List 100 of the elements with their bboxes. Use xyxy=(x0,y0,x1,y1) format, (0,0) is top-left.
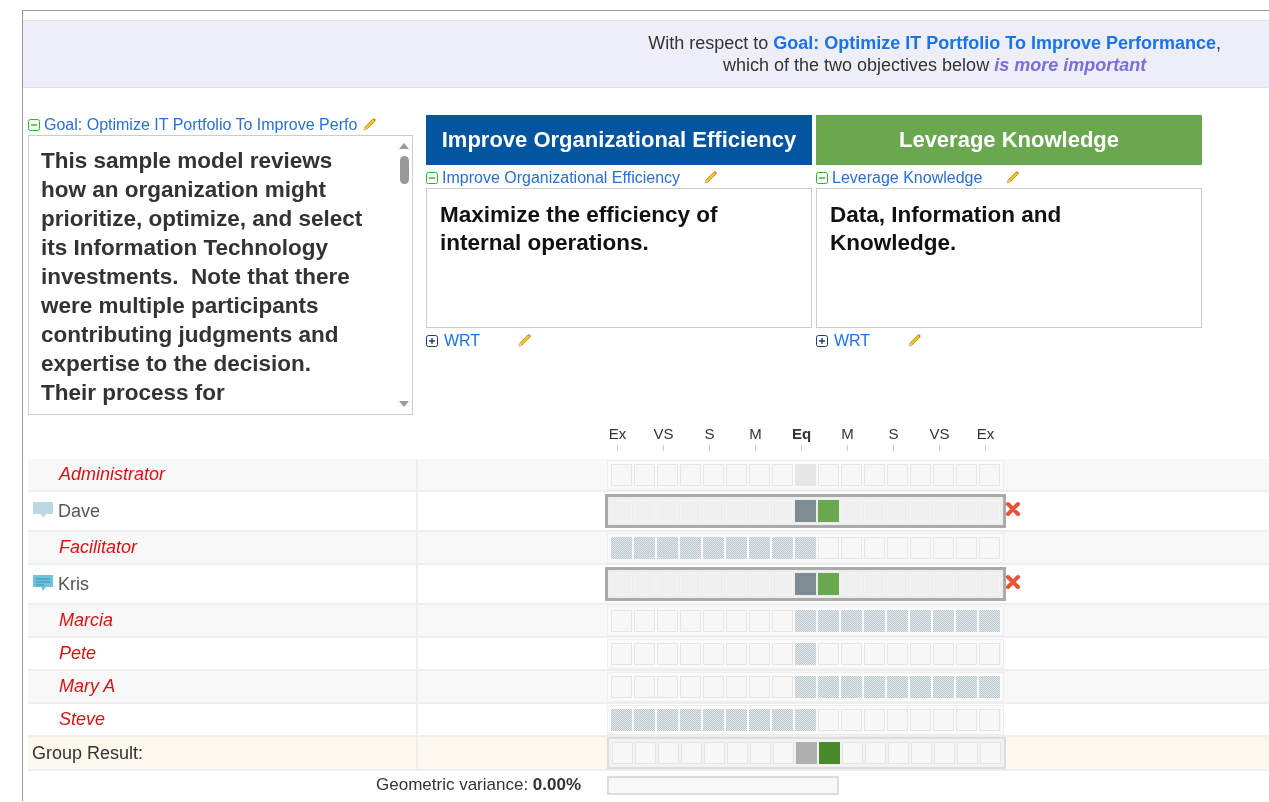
scale-cell xyxy=(680,609,701,632)
judgment-cell xyxy=(841,675,862,698)
goal-link[interactable]: Goal: Optimize IT Portfolio To Improve Performance xyxy=(773,33,1216,53)
scale-cell xyxy=(934,742,955,764)
scale-cell xyxy=(933,463,954,486)
judgment-cell xyxy=(726,708,747,731)
judgment-cell[interactable] xyxy=(818,573,839,595)
scale-cell xyxy=(772,675,793,698)
scale-cell xyxy=(980,742,1001,764)
scale-cell xyxy=(887,708,908,731)
judgment-cell xyxy=(795,609,816,632)
scale-cell xyxy=(865,742,886,764)
scale-cell xyxy=(680,463,701,486)
scale-cell xyxy=(864,463,885,486)
delete-icon[interactable] xyxy=(1005,574,1021,590)
judgment-cell xyxy=(864,675,885,698)
scale-cell xyxy=(842,742,863,764)
judgment-bar[interactable] xyxy=(605,494,1006,528)
scale-cell xyxy=(772,609,793,632)
scale-cell xyxy=(635,742,656,764)
judgment-cell xyxy=(680,708,701,731)
judgment-cell xyxy=(795,536,816,559)
judgment-cell xyxy=(726,536,747,559)
scale-cell xyxy=(818,463,839,486)
judgment-cell[interactable] xyxy=(818,500,839,522)
judgment-cell xyxy=(795,675,816,698)
scale-label: S xyxy=(888,425,899,442)
scale-cell xyxy=(772,642,793,665)
scale-cell xyxy=(888,742,909,764)
scale-cell xyxy=(956,642,977,665)
scale-label: Ex xyxy=(608,425,627,442)
goal-label[interactable]: Goal: Optimize IT Portfolio To Improve Perfo xyxy=(44,116,358,134)
judgment-cell xyxy=(910,609,931,632)
comparison-question: With respect to Goal: Optimize IT Portfolio To Improve Performance, which of the two objectives below is more important xyxy=(648,32,1221,76)
judgment-cell xyxy=(887,609,908,632)
scale-label: Eq xyxy=(791,425,812,442)
scroll-up-icon[interactable] xyxy=(398,142,410,150)
scale-cell xyxy=(703,675,724,698)
scale-cell xyxy=(703,463,724,486)
judgment-cell xyxy=(657,708,678,731)
scale-cell xyxy=(933,642,954,665)
collapse-icon[interactable] xyxy=(816,172,828,184)
scale-cell xyxy=(657,675,678,698)
scale-cell xyxy=(841,708,862,731)
expand-icon[interactable] xyxy=(426,335,438,347)
participant-name: Administrator xyxy=(59,464,166,485)
scale-cell xyxy=(979,708,1000,731)
scale-cell xyxy=(979,463,1000,486)
judgment-cell xyxy=(956,675,977,698)
judgment-cell xyxy=(956,609,977,632)
judgment-cell xyxy=(841,609,862,632)
judgment-cell xyxy=(634,536,655,559)
judgment-cell xyxy=(703,708,724,731)
scale-cell xyxy=(864,536,885,559)
objective-description: Data, Information and Knowledge. xyxy=(816,188,1202,328)
participant-name: Facilitator xyxy=(59,537,138,558)
objective-label[interactable]: Leverage Knowledge xyxy=(832,169,983,187)
collapse-icon[interactable] xyxy=(426,172,438,184)
judgment-bar[interactable] xyxy=(605,567,1006,601)
pencil-icon[interactable] xyxy=(702,170,719,186)
participant-name: Marcia xyxy=(59,610,113,631)
scale-cell xyxy=(933,708,954,731)
pencil-icon[interactable] xyxy=(516,333,533,349)
objective-description: Maximize the efficiency of internal operations. xyxy=(426,188,812,328)
scale-cell xyxy=(910,463,931,486)
scale-cell xyxy=(818,708,839,731)
judgment-cell xyxy=(634,708,655,731)
scale-cell xyxy=(841,536,862,559)
judgment-cell xyxy=(933,675,954,698)
scale-label: Ex xyxy=(976,425,995,442)
judgment-cell xyxy=(910,675,931,698)
judgment-cell[interactable] xyxy=(795,573,816,595)
scale-cell xyxy=(749,675,770,698)
pencil-icon[interactable] xyxy=(906,333,923,349)
scale-label: VS xyxy=(929,425,950,442)
pencil-icon[interactable] xyxy=(1004,170,1021,186)
judgment-cell xyxy=(749,708,770,731)
objective-label[interactable]: Improve Organizational Efficiency xyxy=(442,169,681,187)
judgment-cell xyxy=(749,536,770,559)
delete-icon[interactable] xyxy=(1005,501,1021,517)
wrt-link[interactable]: WRT xyxy=(834,332,871,350)
participant-name: Kris xyxy=(58,573,89,595)
scrollbar-thumb[interactable] xyxy=(399,156,409,184)
scale-cell xyxy=(933,536,954,559)
scale-cell xyxy=(704,742,725,764)
scale-cell xyxy=(911,742,932,764)
participant-name: Pete xyxy=(59,643,97,664)
collapse-icon[interactable] xyxy=(28,119,40,131)
pencil-icon[interactable] xyxy=(361,117,378,133)
scale-cell xyxy=(910,708,931,731)
scale-cell xyxy=(727,742,748,764)
objective-header: Improve Organizational Efficiency xyxy=(426,115,812,165)
wrt-link[interactable]: WRT xyxy=(444,332,481,350)
scale-cell xyxy=(611,463,632,486)
judgment-cell[interactable] xyxy=(795,500,816,522)
expand-icon[interactable] xyxy=(816,335,828,347)
judgment-cell xyxy=(657,536,678,559)
scale-cell xyxy=(887,642,908,665)
scroll-down-icon[interactable] xyxy=(398,400,410,408)
participant-name: Dave xyxy=(58,500,101,522)
